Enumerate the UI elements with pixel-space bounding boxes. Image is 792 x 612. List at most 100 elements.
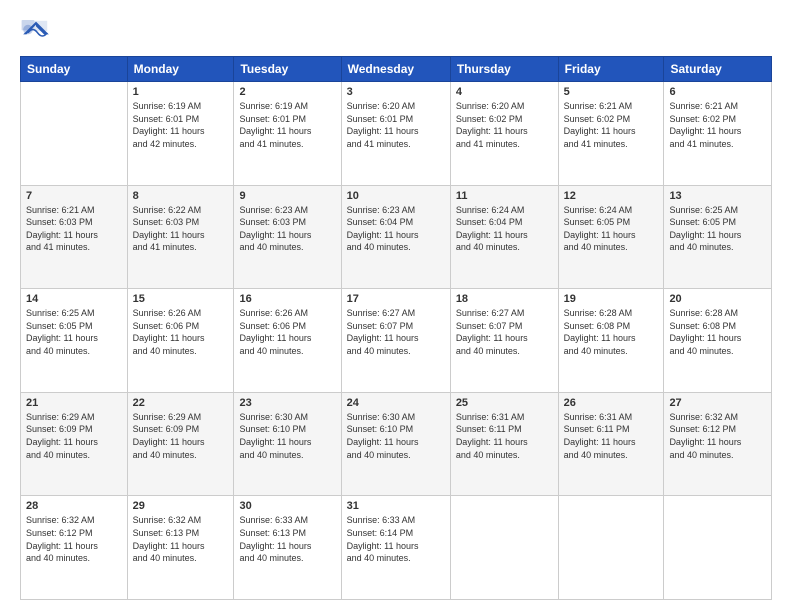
- day-number: 18: [456, 293, 553, 305]
- day-number: 25: [456, 397, 553, 409]
- day-info: Sunrise: 6:23 AM Sunset: 6:04 PM Dayligh…: [347, 204, 445, 254]
- day-number: 14: [26, 293, 122, 305]
- day-info: Sunrise: 6:26 AM Sunset: 6:06 PM Dayligh…: [133, 307, 229, 357]
- day-info: Sunrise: 6:19 AM Sunset: 6:01 PM Dayligh…: [239, 100, 335, 150]
- calendar-cell: 18 Sunrise: 6:27 AM Sunset: 6:07 PM Dayli…: [450, 289, 558, 393]
- day-info: Sunrise: 6:20 AM Sunset: 6:02 PM Dayligh…: [456, 100, 553, 150]
- day-info: Sunrise: 6:27 AM Sunset: 6:07 PM Dayligh…: [456, 307, 553, 357]
- weekday-header-thursday: Thursday: [450, 57, 558, 82]
- day-number: 6: [669, 86, 766, 98]
- day-number: 27: [669, 397, 766, 409]
- day-number: 10: [347, 190, 445, 202]
- calendar-week-row: 28 Sunrise: 6:32 AM Sunset: 6:12 PM Dayli…: [21, 496, 772, 600]
- day-number: 16: [239, 293, 335, 305]
- day-number: 2: [239, 86, 335, 98]
- weekday-header-row: SundayMondayTuesdayWednesdayThursdayFrid…: [21, 57, 772, 82]
- day-number: 1: [133, 86, 229, 98]
- day-info: Sunrise: 6:21 AM Sunset: 6:03 PM Dayligh…: [26, 204, 122, 254]
- day-info: Sunrise: 6:24 AM Sunset: 6:05 PM Dayligh…: [564, 204, 659, 254]
- day-number: 30: [239, 500, 335, 512]
- weekday-header-friday: Friday: [558, 57, 664, 82]
- day-number: 7: [26, 190, 122, 202]
- day-info: Sunrise: 6:28 AM Sunset: 6:08 PM Dayligh…: [564, 307, 659, 357]
- day-number: 29: [133, 500, 229, 512]
- calendar-cell: 8 Sunrise: 6:22 AM Sunset: 6:03 PM Daylig…: [127, 185, 234, 289]
- day-number: 31: [347, 500, 445, 512]
- weekday-header-saturday: Saturday: [664, 57, 772, 82]
- calendar-week-row: 21Sunrise: 6:29 AM Sunset: 6:09 PM Dayli…: [21, 392, 772, 496]
- calendar-cell: 24 Sunrise: 6:30 AM Sunset: 6:10 PM Dayli…: [341, 392, 450, 496]
- calendar-cell: 22Sunrise: 6:29 AM Sunset: 6:09 PM Dayli…: [127, 392, 234, 496]
- calendar-cell: 6 Sunrise: 6:21 AM Sunset: 6:02 PM Daylig…: [664, 82, 772, 186]
- calendar-cell: 28 Sunrise: 6:32 AM Sunset: 6:12 PM Dayli…: [21, 496, 128, 600]
- calendar-cell: 9Sunrise: 6:23 AM Sunset: 6:03 PM Daylig…: [234, 185, 341, 289]
- day-number: 20: [669, 293, 766, 305]
- calendar-cell: 10 Sunrise: 6:23 AM Sunset: 6:04 PM Dayli…: [341, 185, 450, 289]
- day-info: Sunrise: 6:28 AM Sunset: 6:08 PM Dayligh…: [669, 307, 766, 357]
- day-number: 11: [456, 190, 553, 202]
- calendar-cell: 31 Sunrise: 6:33 AM Sunset: 6:14 PM Dayli…: [341, 496, 450, 600]
- weekday-header-wednesday: Wednesday: [341, 57, 450, 82]
- calendar-cell: [21, 82, 128, 186]
- day-number: 28: [26, 500, 122, 512]
- day-info: Sunrise: 6:33 AM Sunset: 6:13 PM Dayligh…: [239, 514, 335, 564]
- day-number: 12: [564, 190, 659, 202]
- day-info: Sunrise: 6:31 AM Sunset: 6:11 PM Dayligh…: [564, 411, 659, 461]
- day-info: Sunrise: 6:32 AM Sunset: 6:13 PM Dayligh…: [133, 514, 229, 564]
- calendar-cell: 29 Sunrise: 6:32 AM Sunset: 6:13 PM Dayli…: [127, 496, 234, 600]
- calendar-cell: 14Sunrise: 6:25 AM Sunset: 6:05 PM Dayli…: [21, 289, 128, 393]
- calendar-cell: 26Sunrise: 6:31 AM Sunset: 6:11 PM Dayli…: [558, 392, 664, 496]
- calendar-cell: 4 Sunrise: 6:20 AM Sunset: 6:02 PM Daylig…: [450, 82, 558, 186]
- calendar-cell: 20 Sunrise: 6:28 AM Sunset: 6:08 PM Dayli…: [664, 289, 772, 393]
- day-number: 9: [239, 190, 335, 202]
- calendar-cell: 5Sunrise: 6:21 AM Sunset: 6:02 PM Daylig…: [558, 82, 664, 186]
- day-info: Sunrise: 6:21 AM Sunset: 6:02 PM Dayligh…: [669, 100, 766, 150]
- calendar-cell: 15 Sunrise: 6:26 AM Sunset: 6:06 PM Dayli…: [127, 289, 234, 393]
- day-info: Sunrise: 6:31 AM Sunset: 6:11 PM Dayligh…: [456, 411, 553, 461]
- day-info: Sunrise: 6:27 AM Sunset: 6:07 PM Dayligh…: [347, 307, 445, 357]
- calendar-cell: [558, 496, 664, 600]
- calendar-cell: 13Sunrise: 6:25 AM Sunset: 6:05 PM Dayli…: [664, 185, 772, 289]
- day-info: Sunrise: 6:25 AM Sunset: 6:05 PM Dayligh…: [669, 204, 766, 254]
- calendar-cell: 7 Sunrise: 6:21 AM Sunset: 6:03 PM Daylig…: [21, 185, 128, 289]
- calendar-week-row: 1 Sunrise: 6:19 AM Sunset: 6:01 PM Daylig…: [21, 82, 772, 186]
- day-number: 15: [133, 293, 229, 305]
- calendar-table: SundayMondayTuesdayWednesdayThursdayFrid…: [20, 56, 772, 600]
- calendar-cell: 1 Sunrise: 6:19 AM Sunset: 6:01 PM Daylig…: [127, 82, 234, 186]
- day-number: 4: [456, 86, 553, 98]
- page: SundayMondayTuesdayWednesdayThursdayFrid…: [0, 0, 792, 612]
- calendar-cell: 11 Sunrise: 6:24 AM Sunset: 6:04 PM Dayli…: [450, 185, 558, 289]
- day-info: Sunrise: 6:32 AM Sunset: 6:12 PM Dayligh…: [26, 514, 122, 564]
- calendar-cell: 19 Sunrise: 6:28 AM Sunset: 6:08 PM Dayli…: [558, 289, 664, 393]
- day-info: Sunrise: 6:20 AM Sunset: 6:01 PM Dayligh…: [347, 100, 445, 150]
- calendar-cell: 30 Sunrise: 6:33 AM Sunset: 6:13 PM Dayli…: [234, 496, 341, 600]
- weekday-header-tuesday: Tuesday: [234, 57, 341, 82]
- day-number: 24: [347, 397, 445, 409]
- day-info: Sunrise: 6:24 AM Sunset: 6:04 PM Dayligh…: [456, 204, 553, 254]
- day-number: 23: [239, 397, 335, 409]
- logo: [20, 18, 56, 46]
- day-info: Sunrise: 6:33 AM Sunset: 6:14 PM Dayligh…: [347, 514, 445, 564]
- header: [20, 18, 772, 46]
- calendar-cell: 23 Sunrise: 6:30 AM Sunset: 6:10 PM Dayli…: [234, 392, 341, 496]
- day-info: Sunrise: 6:29 AM Sunset: 6:09 PM Dayligh…: [133, 411, 229, 461]
- calendar-cell: 21Sunrise: 6:29 AM Sunset: 6:09 PM Dayli…: [21, 392, 128, 496]
- day-info: Sunrise: 6:26 AM Sunset: 6:06 PM Dayligh…: [239, 307, 335, 357]
- calendar-week-row: 14Sunrise: 6:25 AM Sunset: 6:05 PM Dayli…: [21, 289, 772, 393]
- day-info: Sunrise: 6:30 AM Sunset: 6:10 PM Dayligh…: [347, 411, 445, 461]
- calendar-cell: [450, 496, 558, 600]
- day-number: 17: [347, 293, 445, 305]
- day-info: Sunrise: 6:19 AM Sunset: 6:01 PM Dayligh…: [133, 100, 229, 150]
- calendar-cell: 27 Sunrise: 6:32 AM Sunset: 6:12 PM Dayli…: [664, 392, 772, 496]
- logo-icon: [20, 18, 52, 46]
- day-number: 8: [133, 190, 229, 202]
- day-number: 3: [347, 86, 445, 98]
- day-info: Sunrise: 6:30 AM Sunset: 6:10 PM Dayligh…: [239, 411, 335, 461]
- calendar-cell: 25 Sunrise: 6:31 AM Sunset: 6:11 PM Dayli…: [450, 392, 558, 496]
- day-number: 19: [564, 293, 659, 305]
- weekday-header-monday: Monday: [127, 57, 234, 82]
- day-info: Sunrise: 6:32 AM Sunset: 6:12 PM Dayligh…: [669, 411, 766, 461]
- calendar-cell: 3 Sunrise: 6:20 AM Sunset: 6:01 PM Daylig…: [341, 82, 450, 186]
- calendar-cell: 16 Sunrise: 6:26 AM Sunset: 6:06 PM Dayli…: [234, 289, 341, 393]
- day-info: Sunrise: 6:22 AM Sunset: 6:03 PM Dayligh…: [133, 204, 229, 254]
